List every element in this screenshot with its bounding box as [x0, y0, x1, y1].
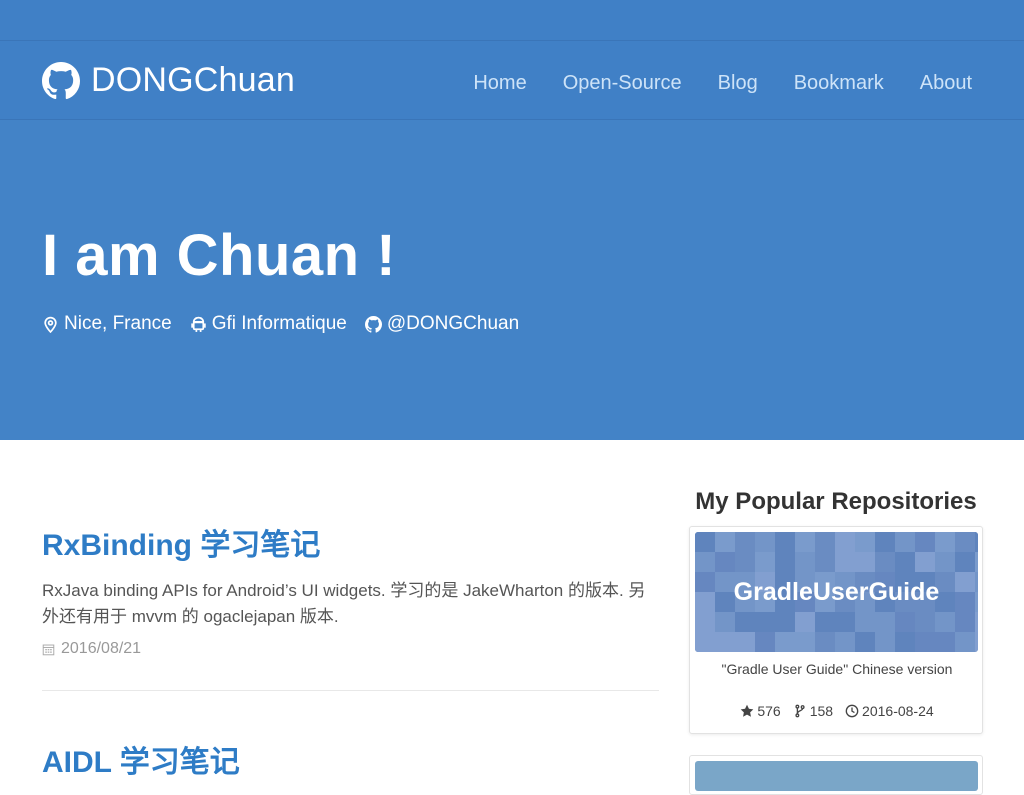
post-list: RxBinding 学习笔记 RxJava binding APIs for A…	[42, 520, 659, 781]
github-profile-link[interactable]: @DONGChuan	[364, 313, 520, 335]
top-strip	[0, 0, 1024, 40]
android-icon	[190, 316, 206, 332]
brand-name: DONGChuan	[91, 61, 295, 99]
main-nav: Home Open-Source Blog Bookmark About	[473, 72, 972, 95]
nav-about[interactable]: About	[920, 72, 972, 95]
post-summary: RxJava binding APIs for Android’s UI wid…	[42, 581, 646, 626]
company-text: Gfi Informatique	[211, 313, 347, 334]
location-text: Nice, France	[64, 313, 172, 334]
post-date-text: 2016/08/21	[61, 640, 142, 657]
repo-stars-count: 576	[757, 703, 781, 719]
github-icon	[364, 315, 382, 333]
nav-blog[interactable]: Blog	[718, 72, 758, 95]
repo-forks-count: 158	[809, 703, 834, 719]
post-title-link[interactable]: RxBinding 学习笔记	[42, 520, 659, 564]
repo-banner[interactable]: GradleUserGuide	[695, 532, 978, 652]
post-divider	[42, 690, 659, 691]
calendar-icon	[42, 644, 55, 655]
repo-description: "Gradle User Guide" Chinese version	[721, 661, 953, 677]
profile-meta: Nice, France Gfi Informatique @DONGChuan	[42, 313, 537, 335]
repo-card[interactable]	[689, 755, 983, 795]
repo-updated-date: 2016-08-24	[862, 703, 934, 719]
post-item: AIDL 学习笔记	[42, 737, 659, 781]
post-item: RxBinding 学习笔记 RxJava binding APIs for A…	[42, 520, 659, 691]
repo-banner[interactable]	[695, 761, 978, 791]
brand-link[interactable]: DONGChuan	[42, 61, 295, 100]
repo-name: GradleUserGuide	[733, 577, 940, 606]
repo-updated: 2016-08-24	[845, 703, 934, 719]
sidebar: My Popular Repositories GradleUserGuide …	[689, 488, 983, 734]
location-pin-icon	[44, 316, 57, 333]
repo-forks: 158	[793, 703, 833, 719]
nav-open-source[interactable]: Open-Source	[563, 72, 682, 95]
clock-icon	[845, 704, 859, 718]
hero: I am Chuan ! Nice, France Gfi Informatiq…	[0, 120, 1024, 440]
nav-bookmark[interactable]: Bookmark	[794, 72, 884, 95]
sidebar-title: My Popular Repositories	[695, 488, 977, 515]
hero-title: I am Chuan !	[42, 223, 397, 288]
post-title-link[interactable]: AIDL 学习笔记	[42, 737, 659, 781]
nav-home[interactable]: Home	[473, 72, 526, 95]
star-icon	[741, 704, 754, 717]
company: Gfi Informatique	[190, 313, 347, 335]
navbar: DONGChuan Home Open-Source Blog Bookmark…	[0, 40, 1024, 120]
repo-stars: 576	[740, 703, 781, 719]
location: Nice, France	[42, 313, 172, 335]
github-icon	[42, 61, 80, 99]
repo-stats: 576 158 2016-08-24	[690, 703, 984, 719]
fork-icon	[795, 704, 805, 718]
repo-card[interactable]: GradleUserGuide "Gradle User Guide" Chin…	[689, 526, 983, 734]
post-date: 2016/08/21	[42, 640, 659, 658]
github-handle: @DONGChuan	[386, 313, 520, 334]
